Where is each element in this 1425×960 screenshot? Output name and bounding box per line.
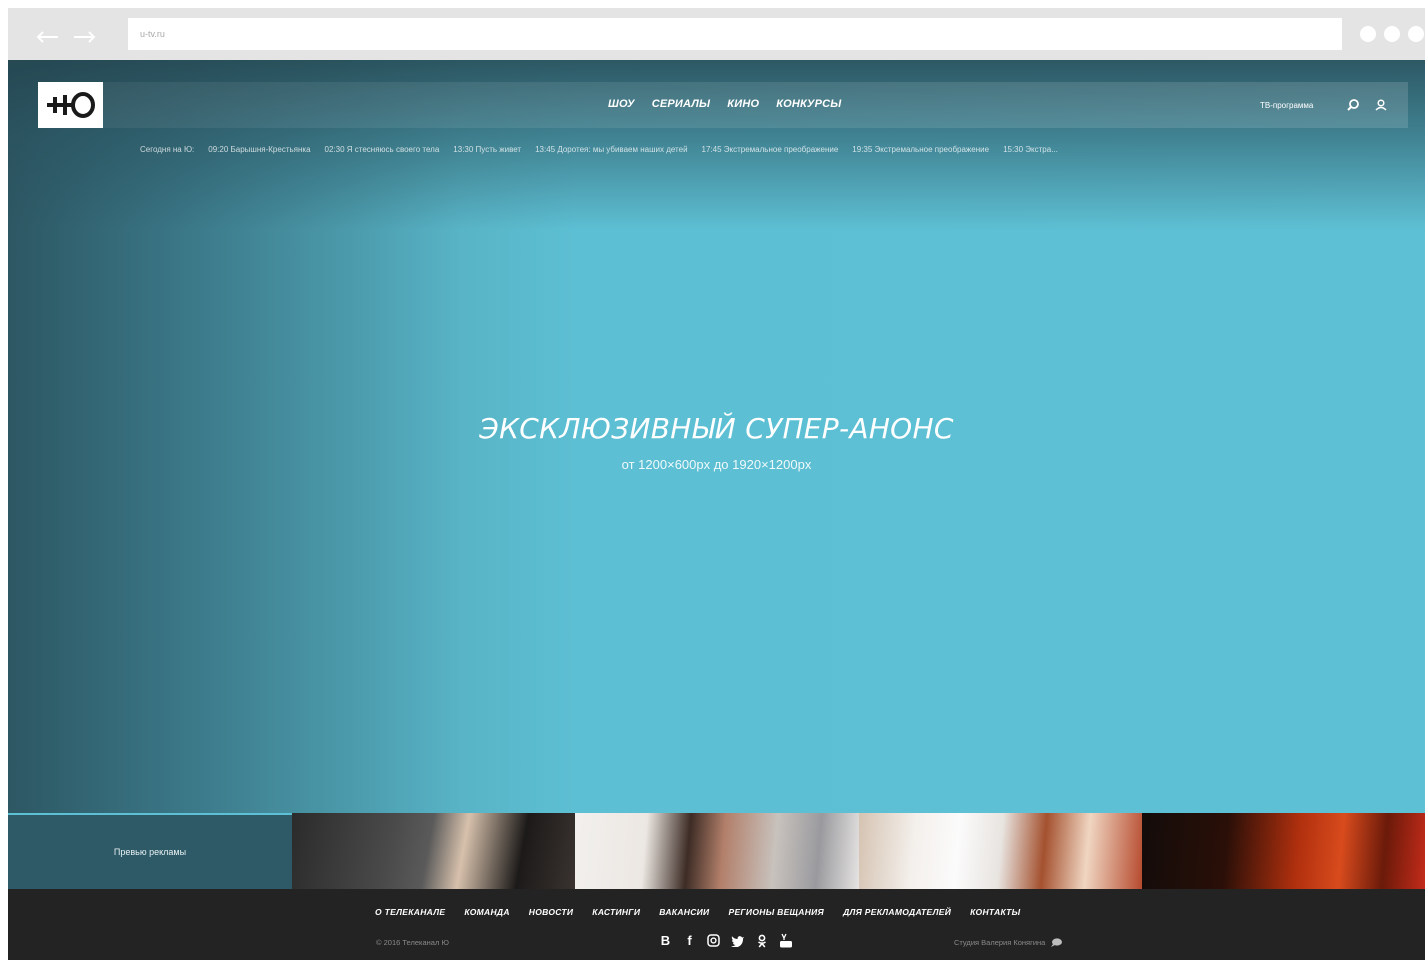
instagram-icon[interactable] xyxy=(706,933,721,948)
schedule-item[interactable]: 19:35 Экстремальное преображение xyxy=(852,145,989,154)
window-dot[interactable] xyxy=(1408,26,1424,42)
hero-title: ЭКСКЛЮЗИВНЫЙ СУПЕР-АНОНС xyxy=(479,412,954,445)
social-icons: В f xyxy=(658,933,793,948)
channel-logo[interactable] xyxy=(38,82,103,128)
studio-credit[interactable]: Студия Валерия Конягина xyxy=(954,938,1063,947)
youtube-icon[interactable] xyxy=(778,933,793,948)
footer-link-vacancies[interactable]: ВАКАНСИИ xyxy=(659,907,709,917)
window-dot[interactable] xyxy=(1360,26,1376,42)
twitter-icon[interactable] xyxy=(730,933,745,948)
promo-tile[interactable] xyxy=(1141,813,1425,889)
promo-tile[interactable] xyxy=(858,813,1142,889)
footer-link-castings[interactable]: КАСТИНГИ xyxy=(592,907,640,917)
promo-strip: Превью рекламы xyxy=(8,813,1425,889)
schedule-item[interactable]: 15:30 Экстра... xyxy=(1003,145,1058,154)
nav-show[interactable]: ШОУ xyxy=(608,98,635,110)
promo-tile[interactable] xyxy=(292,813,576,889)
main-nav: ШОУ СЕРИАЛЫ КИНО КОНКУРСЫ xyxy=(608,98,841,110)
schedule-item[interactable]: 13:45 Доротея: мы убиваем наших детей xyxy=(535,145,687,154)
hero-banner[interactable]: ШОУ СЕРИАЛЫ КИНО КОНКУРСЫ ТВ-программа С… xyxy=(8,60,1425,813)
arrow-left-icon[interactable] xyxy=(34,30,60,44)
studio-credit-text: Студия Валерия Конягина xyxy=(954,938,1046,947)
window-controls xyxy=(1360,26,1424,42)
footer-link-about[interactable]: О ТЕЛЕКАНАЛЕ xyxy=(375,907,445,917)
promo-tile[interactable] xyxy=(575,813,859,889)
footer-link-advertisers[interactable]: ДЛЯ РЕКЛАМОДАТЕЛЕЙ xyxy=(843,907,951,917)
footer: О ТЕЛЕКАНАЛЕ КОМАНДА НОВОСТИ КАСТИНГИ ВА… xyxy=(8,889,1425,960)
arrow-right-icon[interactable] xyxy=(72,30,98,44)
footer-link-contacts[interactable]: КОНТАКТЫ xyxy=(970,907,1020,917)
schedule-strip: Сегодня на Ю: 09:20 Барышня-Крестьянка 0… xyxy=(140,145,1270,154)
footer-link-news[interactable]: НОВОСТИ xyxy=(529,907,574,917)
nav-contests[interactable]: КОНКУРСЫ xyxy=(776,98,841,110)
footer-nav: О ТЕЛЕКАНАЛЕ КОМАНДА НОВОСТИ КАСТИНГИ ВА… xyxy=(375,907,1020,917)
hero-subtitle: от 1200×600px до 1920×1200px xyxy=(621,457,812,472)
odnoklassniki-icon[interactable] xyxy=(754,933,769,948)
speech-bubble-icon xyxy=(1051,938,1063,947)
copyright: © 2016 Телеканал Ю xyxy=(376,938,449,947)
schedule-label: Сегодня на Ю: xyxy=(140,145,195,154)
footer-link-team[interactable]: КОМАНДА xyxy=(464,907,509,917)
search-icon[interactable] xyxy=(1346,98,1360,112)
schedule-item[interactable]: 09:20 Барышня-Крестьянка xyxy=(208,145,310,154)
logo-mark-icon xyxy=(46,92,95,118)
schedule-item[interactable]: 17:45 Экстремальное преображение xyxy=(702,145,839,154)
address-bar[interactable]: u-tv.ru xyxy=(128,18,1342,50)
schedule-item[interactable]: 13:30 Пусть живет xyxy=(453,145,521,154)
facebook-icon[interactable]: f xyxy=(682,933,697,948)
browser-chrome: u-tv.ru xyxy=(8,8,1425,60)
nav-cinema[interactable]: КИНО xyxy=(727,98,759,110)
nav-series[interactable]: СЕРИАЛЫ xyxy=(652,98,711,110)
tv-program-link[interactable]: ТВ-программа xyxy=(1260,101,1313,110)
promo-label: Превью рекламы xyxy=(8,813,292,889)
window-dot[interactable] xyxy=(1384,26,1400,42)
footer-link-regions[interactable]: РЕГИОНЫ ВЕЩАНИЯ xyxy=(728,907,824,917)
schedule-item[interactable]: 02:30 Я стесняюсь своего тела xyxy=(325,145,440,154)
vk-icon[interactable]: В xyxy=(658,933,673,948)
user-icon[interactable] xyxy=(1374,98,1388,112)
